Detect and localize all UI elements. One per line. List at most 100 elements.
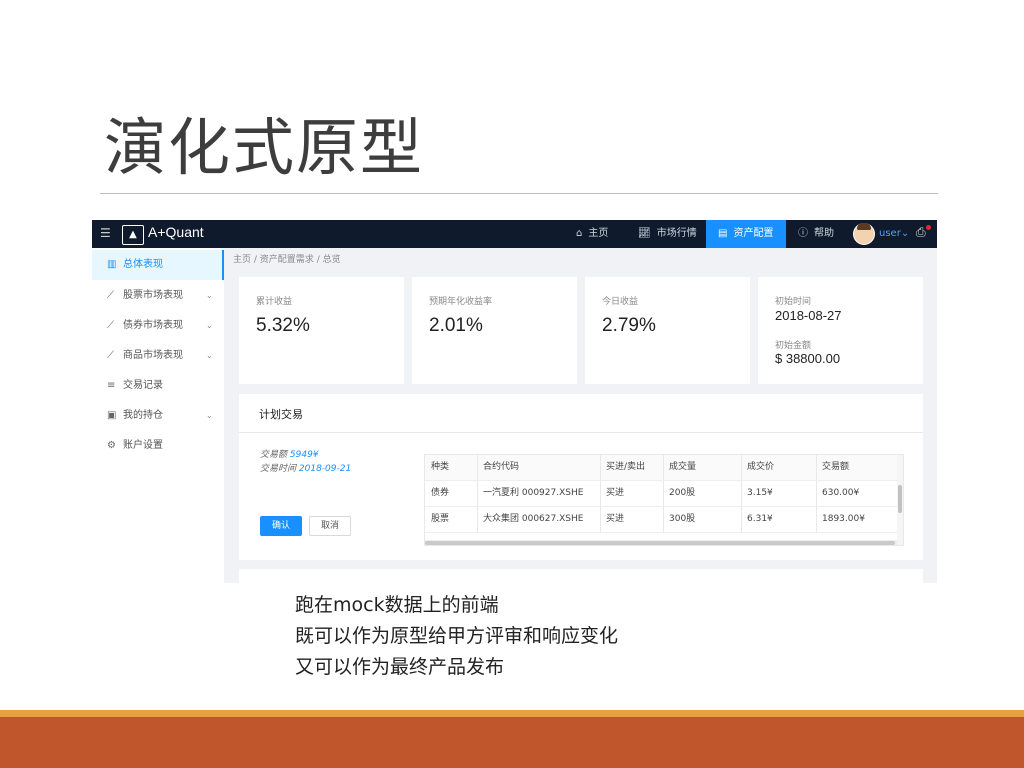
sidebar-item-commodity[interactable]: ⟋ 商品市场表现 ⌄ <box>92 341 224 371</box>
nav-label: 帮助 <box>814 228 834 239</box>
nav-item-market[interactable]: 📈︎ 市场行情 <box>638 220 708 248</box>
column-divider <box>477 455 478 480</box>
column-divider <box>816 507 817 532</box>
trade-time-label: 交易时间 <box>260 464 297 474</box>
trade-amount-value: 5949¥ <box>289 450 319 460</box>
column-divider <box>663 455 664 480</box>
help-icon: ⓘ <box>798 228 808 239</box>
line-chart-icon: ⟋ <box>107 320 114 331</box>
nav-label: 主页 <box>588 228 609 239</box>
nav-item-help[interactable]: ⓘ 帮助 <box>798 220 848 248</box>
chevron-down-icon: ⌄ <box>206 291 213 300</box>
stat-label: 累计收益 <box>256 297 293 307</box>
app-screenshot: ☰ ▲ A+Quant ⌂ 主页 📈︎ 市场行情 ▤ 资产配置 ⓘ 帮助 user⌄ ⎙… <box>92 220 937 583</box>
bar-chart-icon: ▥ <box>107 259 117 270</box>
sidebar-item-trades[interactable]: ≡ 交易记录 <box>92 371 224 401</box>
stat-value: 2.79% <box>602 315 656 336</box>
sidebar-item-overview[interactable]: ▥ 总体表现 <box>92 250 224 280</box>
column-header: 种类 <box>431 462 450 472</box>
table-row[interactable]: 股票 大众集团 000627.XSHE 买进 300股 6.31¥ 1893.0… <box>425 507 897 533</box>
sidebar-item-holdings[interactable]: ▣ 我的持仓 ⌄ <box>92 401 224 431</box>
vertical-scrollbar[interactable] <box>897 455 903 545</box>
start-time-label: 初始时间 <box>775 297 812 307</box>
sidebar-item-settings[interactable]: ⚙ 账户设置 <box>92 431 224 461</box>
trade-time: 交易时间 2018-09-21 <box>260 461 351 474</box>
scrollbar-thumb[interactable] <box>898 485 902 513</box>
gear-icon: ⚙ <box>107 440 116 451</box>
cancel-button[interactable]: 取消 <box>309 516 351 536</box>
bullet-line: 既可以作为原型给甲方评审和响应变化 <box>295 625 619 647</box>
title-divider <box>100 193 938 194</box>
column-header: 交易额 <box>822 462 850 472</box>
line-chart-icon: ⟋ <box>107 290 114 301</box>
column-header: 合约代码 <box>483 462 520 472</box>
history-card <box>239 569 923 583</box>
table-cell: 买进 <box>606 488 625 498</box>
chevron-down-icon: ⌄ <box>206 411 213 420</box>
sidebar: ▥ 总体表现 ⟋ 股票市场表现 ⌄ ⟋ 债券市场表现 ⌄ ⟋ 商品市场表现 ⌄ ≡ 交易记录 ▣… <box>92 248 224 583</box>
column-divider <box>663 507 664 532</box>
column-divider <box>477 481 478 506</box>
chevron-down-icon: ⌄ <box>900 228 910 239</box>
scrollbar-thumb[interactable] <box>425 541 895 545</box>
start-amount-label: 初始金额 <box>775 341 812 351</box>
column-divider <box>600 455 601 480</box>
plan-trade-card: 计划交易 交易额 5949¥ 交易时间 2018-09-21 确认 取消 种类 … <box>239 394 923 560</box>
nav-label: 资产配置 <box>733 228 774 239</box>
sidebar-item-label: 债券市场表现 <box>123 320 183 331</box>
plan-trade-table: 种类 合约代码 买进/卖出 成交量 成交价 交易额 债券 一汽夏利 000927… <box>424 454 904 546</box>
logo-icon: ▲ <box>122 225 144 245</box>
sidebar-item-stock[interactable]: ⟋ 股票市场表现 ⌄ <box>92 281 224 311</box>
column-divider <box>741 455 742 480</box>
nav-item-home[interactable]: ⌂ 主页 <box>576 220 632 248</box>
notification-icon[interactable]: ⎙ <box>916 225 926 240</box>
column-divider <box>477 507 478 532</box>
column-divider <box>600 481 601 506</box>
sidebar-item-label: 商品市场表现 <box>123 350 183 361</box>
breadcrumb-current: 总览 <box>322 255 341 265</box>
stat-card-expected-return: 预期年化收益率 2.01% <box>412 277 577 384</box>
user-name: user <box>879 228 901 239</box>
stat-label: 预期年化收益率 <box>429 297 493 307</box>
list-icon: ≡ <box>107 380 116 391</box>
user-menu[interactable]: user⌄ <box>879 220 909 248</box>
trade-time-value: 2018-09-21 <box>298 464 352 474</box>
table-header: 种类 合约代码 买进/卖出 成交量 成交价 交易额 <box>425 455 897 481</box>
slide-title: 演化式原型 <box>104 111 425 184</box>
column-divider <box>741 481 742 506</box>
avatar[interactable] <box>853 223 875 245</box>
file-icon: ▤ <box>718 228 728 239</box>
table-cell: 6.31¥ <box>747 514 773 524</box>
home-icon: ⌂ <box>576 228 583 239</box>
chevron-down-icon: ⌄ <box>206 321 213 330</box>
sidebar-item-label: 股票市场表现 <box>123 290 183 301</box>
breadcrumb: 主页 / 资产配置需求 / 总览 <box>233 255 341 265</box>
column-divider <box>600 507 601 532</box>
sidebar-item-bond[interactable]: ⟋ 债券市场表现 ⌄ <box>92 311 224 341</box>
stat-value: 5.32% <box>256 315 310 336</box>
line-chart-icon: 📈︎ <box>638 228 651 239</box>
confirm-button[interactable]: 确认 <box>260 516 302 536</box>
table-row[interactable]: 债券 一汽夏利 000927.XSHE 买进 200股 3.15¥ 630.00… <box>425 481 897 507</box>
breadcrumb-home[interactable]: 主页 <box>233 255 251 265</box>
notification-badge <box>926 225 931 230</box>
menu-toggle-icon[interactable]: ☰ <box>100 226 111 240</box>
line-chart-icon: ⟋ <box>107 350 114 361</box>
chevron-down-icon: ⌄ <box>206 351 213 360</box>
nav-label: 市场行情 <box>656 228 697 239</box>
footer-bar <box>0 717 1024 768</box>
column-header: 成交价 <box>747 462 775 472</box>
nav-item-asset[interactable]: ▤ 资产配置 <box>706 220 786 248</box>
table-cell: 股票 <box>431 514 450 524</box>
table-cell: 大众集团 000627.XSHE <box>483 514 584 524</box>
table-cell: 债券 <box>431 488 450 498</box>
brand-name: A+Quant <box>148 224 204 240</box>
column-divider <box>663 481 664 506</box>
breadcrumb-asset[interactable]: 资产配置需求 <box>260 255 314 265</box>
table-cell: 630.00¥ <box>822 488 860 498</box>
table-cell: 一汽夏利 000927.XSHE <box>483 488 584 498</box>
horizontal-scrollbar[interactable] <box>425 540 897 545</box>
stat-card-total-return: 累计收益 5.32% <box>239 277 404 384</box>
stat-card-today-return: 今日收益 2.79% <box>585 277 750 384</box>
column-header: 买进/卖出 <box>606 462 646 472</box>
